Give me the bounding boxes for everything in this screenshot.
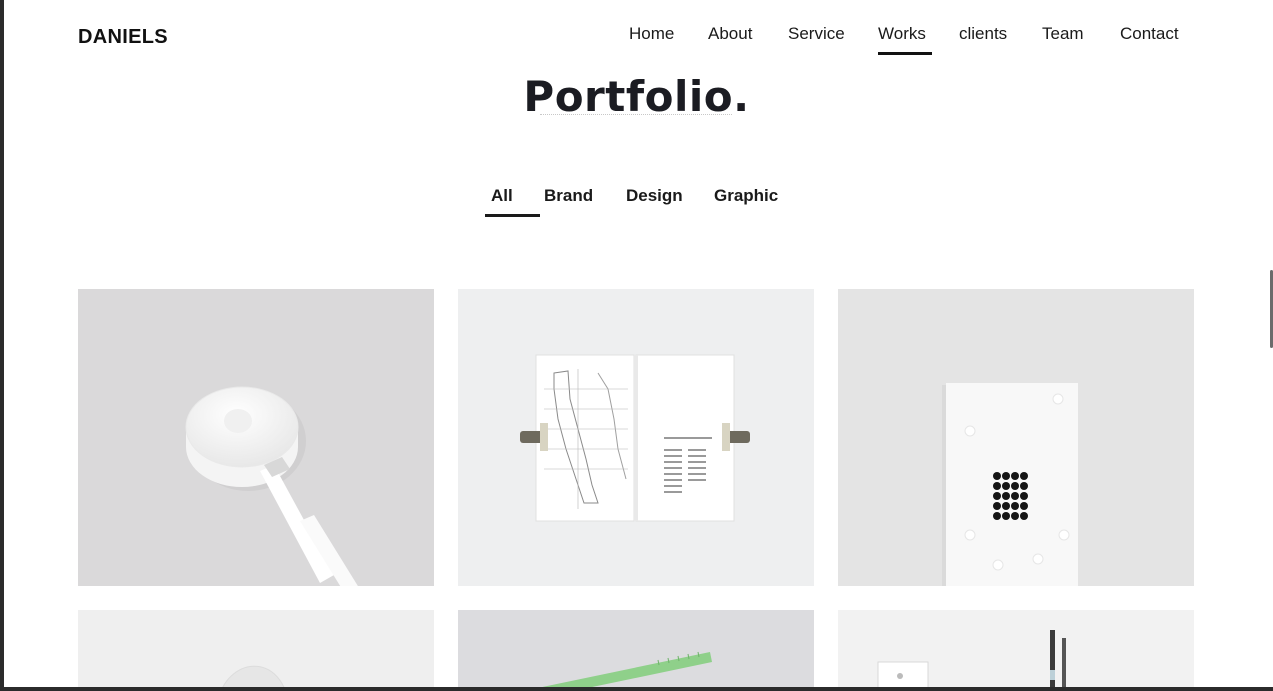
pens-stationery-photo-icon xyxy=(877,630,1066,687)
nav-item-service[interactable]: Service xyxy=(788,24,845,44)
portfolio-item-green-ruler[interactable] xyxy=(458,610,814,687)
portfolio-item-glass-object[interactable] xyxy=(78,610,434,687)
nav-item-works[interactable]: Works xyxy=(878,24,932,55)
filter-tab-graphic[interactable]: Graphic xyxy=(714,186,778,206)
portfolio-item-map-booklet[interactable] xyxy=(458,289,814,586)
page-viewport: DANIELS Home About Service Works clients… xyxy=(4,0,1269,687)
portfolio-item-pens-stationery[interactable] xyxy=(838,610,1194,687)
active-filter-indicator xyxy=(485,214,540,217)
nav-item-contact[interactable]: Contact xyxy=(1120,24,1179,44)
nav-item-team[interactable]: Team xyxy=(1042,24,1084,44)
glass-object-photo-icon xyxy=(222,665,285,687)
nav-item-home[interactable]: Home xyxy=(629,24,674,44)
window-bottom-edge xyxy=(0,687,1273,691)
title-decoration xyxy=(540,114,732,115)
nav-item-clients[interactable]: clients xyxy=(959,24,1007,44)
green-ruler-photo-icon xyxy=(542,651,712,687)
portfolio-item-charger[interactable] xyxy=(78,289,434,586)
portfolio-item-dot-card[interactable] xyxy=(838,289,1194,586)
dot-card-photo-icon xyxy=(942,383,1078,586)
filter-tab-brand[interactable]: Brand xyxy=(544,186,593,206)
filter-tab-design[interactable]: Design xyxy=(626,186,683,206)
page-scrollbar[interactable] xyxy=(1269,0,1273,691)
filter-tab-all[interactable]: All xyxy=(491,186,513,206)
charger-photo-icon xyxy=(185,386,358,586)
map-booklet-photo-icon xyxy=(520,354,750,522)
nav-item-about[interactable]: About xyxy=(708,24,752,44)
main-nav: Home About Service Works clients Team Co… xyxy=(4,22,1269,56)
